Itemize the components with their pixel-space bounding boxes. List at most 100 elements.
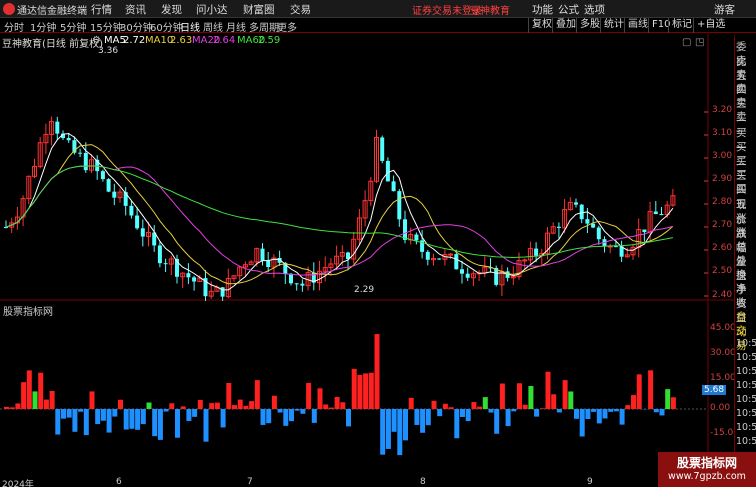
histogram-bar-negative bbox=[403, 409, 408, 441]
statistics-button[interactable]: 统计 bbox=[600, 18, 627, 33]
tdx-logo-icon bbox=[3, 3, 15, 15]
candle-down bbox=[83, 152, 88, 171]
period-tab[interactable]: 分时 bbox=[4, 19, 24, 34]
histogram-bar-negative bbox=[574, 409, 579, 419]
histogram-bar-negative bbox=[266, 409, 272, 424]
histogram-bar-positive bbox=[232, 405, 237, 409]
histogram-bar-positive bbox=[517, 383, 522, 409]
menu-wealth[interactable]: 财富圈 bbox=[243, 2, 275, 17]
candle-down bbox=[579, 204, 584, 220]
histogram-bar-positive bbox=[317, 388, 323, 409]
histogram-bar-positive bbox=[351, 368, 357, 409]
histogram-bar-negative bbox=[556, 409, 562, 413]
y-tick: 2.60 bbox=[712, 243, 733, 253]
y-tick: 2.90 bbox=[712, 174, 733, 184]
user-label[interactable]: 游客 bbox=[714, 2, 735, 17]
histogram-bar-positive bbox=[9, 407, 15, 409]
histogram-bar-positive bbox=[243, 405, 249, 409]
stock-name-notice[interactable]: 豆神教育 bbox=[470, 2, 510, 17]
overlay-button[interactable]: 叠加 bbox=[552, 18, 579, 33]
candlestick-chart[interactable] bbox=[0, 34, 734, 301]
histogram-bar-negative bbox=[488, 409, 494, 413]
period-tab[interactable]: 1分钟 bbox=[30, 19, 56, 34]
candle-down bbox=[403, 219, 407, 240]
histogram-bar-negative bbox=[311, 409, 317, 423]
period-tab-more[interactable]: 更多 bbox=[277, 19, 297, 34]
histogram-bar-negative bbox=[157, 409, 163, 440]
histogram-bar-positive bbox=[357, 374, 363, 409]
histogram-bar-positive bbox=[180, 406, 186, 409]
histogram-bar-positive bbox=[631, 395, 636, 409]
histogram-bar-positive bbox=[442, 403, 448, 409]
period-tab-daily[interactable]: 日线 bbox=[180, 19, 200, 34]
period-tab[interactable]: 周线 bbox=[203, 19, 223, 34]
histogram-bar-positive bbox=[471, 402, 477, 409]
candle-down bbox=[460, 269, 464, 274]
multi-stock-button[interactable]: 多股 bbox=[576, 18, 603, 33]
menu-discover[interactable]: 发现 bbox=[161, 2, 182, 17]
histogram-bar-positive bbox=[408, 397, 414, 409]
ma10-label: MA10 bbox=[145, 35, 174, 46]
menu-market[interactable]: 行情 bbox=[91, 2, 112, 17]
menu-options[interactable]: 选项 bbox=[584, 2, 605, 17]
histogram-bar-positive bbox=[21, 382, 27, 409]
watermark-title: 股票指标网 bbox=[676, 456, 737, 470]
draw-line-button[interactable]: 画线 bbox=[624, 18, 651, 33]
histogram-bar-negative bbox=[465, 409, 471, 422]
histogram-bar-positive bbox=[431, 400, 437, 409]
histogram-bar-positive bbox=[226, 382, 232, 409]
candle-down bbox=[556, 226, 561, 228]
ma60-value: 2.59 bbox=[258, 35, 281, 46]
add-watchlist-button[interactable]: +自选 bbox=[693, 18, 728, 33]
restore-rights-button[interactable]: 复权 bbox=[528, 18, 555, 33]
period-tab[interactable]: 60分钟 bbox=[150, 19, 183, 34]
candle-down bbox=[106, 179, 111, 192]
menu-ask[interactable]: 问小达 bbox=[196, 2, 228, 17]
sub-y-tick: 0.00 bbox=[710, 403, 731, 413]
period-tab[interactable]: 月线 bbox=[226, 19, 246, 34]
menu-function[interactable]: 功能 bbox=[532, 2, 553, 17]
histogram-bar-positive bbox=[482, 397, 488, 409]
histogram-bar-negative bbox=[203, 409, 209, 442]
candle-down bbox=[596, 227, 601, 240]
x-label: 9 bbox=[587, 477, 593, 487]
menu-news[interactable]: 资讯 bbox=[125, 2, 146, 17]
histogram-bar-negative bbox=[289, 409, 294, 422]
y-tick: 3.00 bbox=[712, 151, 733, 161]
histogram-bar-positive bbox=[340, 402, 346, 409]
maximize-icon[interactable]: ◳ bbox=[695, 37, 704, 48]
period-tab[interactable]: 15分钟 bbox=[90, 19, 123, 34]
histogram-bar-positive bbox=[522, 404, 528, 409]
period-tab[interactable]: 30分钟 bbox=[120, 19, 153, 34]
menu-trade[interactable]: 交易 bbox=[290, 2, 311, 17]
period-tab[interactable]: 5分钟 bbox=[60, 19, 86, 34]
histogram-bar-positive bbox=[26, 370, 32, 409]
y-tick: 2.50 bbox=[712, 266, 733, 276]
trade-time: 10:54 bbox=[736, 436, 756, 447]
restore-icon[interactable]: ▢ bbox=[682, 37, 691, 48]
moving-average-line bbox=[5, 144, 674, 285]
histogram-bar-positive bbox=[551, 394, 557, 409]
histogram-bar-positive bbox=[254, 380, 260, 409]
candle-down bbox=[397, 191, 402, 220]
ma10-value: 2.63 bbox=[170, 35, 193, 46]
y-tick: 3.10 bbox=[712, 128, 733, 138]
mark-button[interactable]: 标记 bbox=[668, 18, 695, 33]
current-value-badge: 5.68 bbox=[702, 385, 727, 395]
candle-down bbox=[289, 273, 293, 284]
candle-down bbox=[380, 137, 385, 161]
sub-y-tick: 15.00 bbox=[710, 373, 736, 383]
histogram-bar-negative bbox=[511, 409, 517, 412]
histogram-bar-positive bbox=[665, 389, 671, 409]
indicator-chart[interactable] bbox=[0, 301, 734, 487]
histogram-bar-positive bbox=[328, 407, 334, 409]
trade-time: 10:54 bbox=[736, 380, 756, 391]
period-tab[interactable]: 多周期 bbox=[249, 19, 279, 34]
histogram-bar-positive bbox=[625, 405, 631, 409]
settings-icon[interactable]: ⚙ bbox=[92, 35, 101, 46]
histogram-bar-negative bbox=[505, 409, 511, 427]
menu-formula[interactable]: 公式 bbox=[558, 2, 579, 17]
trade-time: 10:54 bbox=[736, 422, 756, 433]
candle-down bbox=[157, 245, 162, 264]
histogram-bar-negative bbox=[112, 409, 118, 417]
